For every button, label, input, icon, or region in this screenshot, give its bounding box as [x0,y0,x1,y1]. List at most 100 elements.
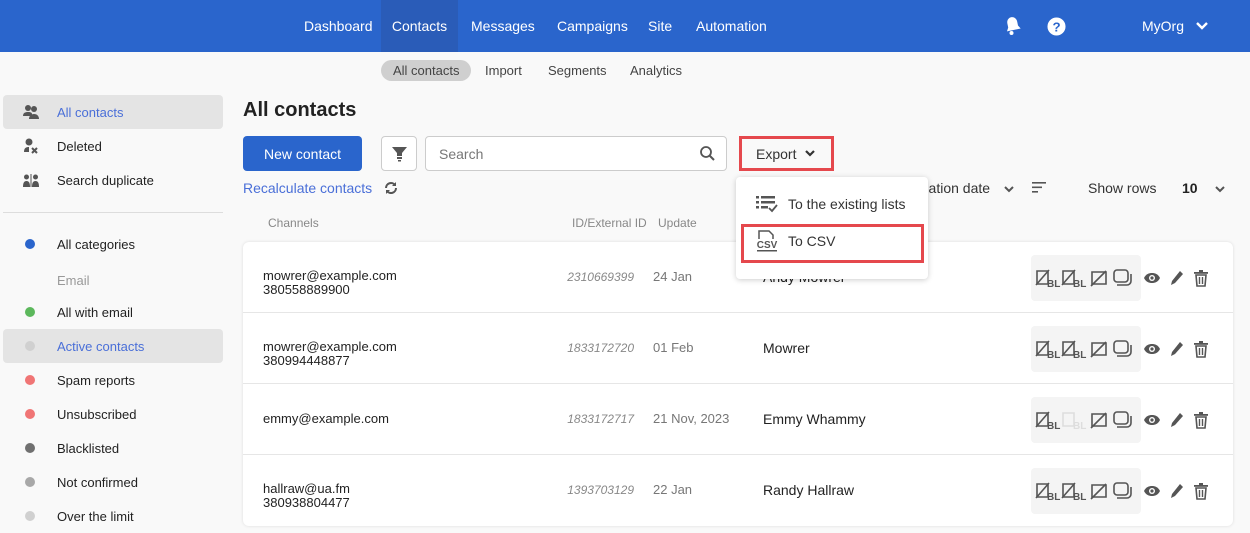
duplicate-icon[interactable] [1113,482,1133,500]
sidebar-category-item[interactable]: Blacklisted [3,431,223,465]
nav-automation[interactable]: Automation [684,0,779,52]
contact-update-date: 01 Feb [653,340,694,355]
show-rows-label: Show rows [1088,180,1157,196]
sms-blacklist-icon[interactable]: BL [1061,268,1087,288]
channel-status-icons: BL BL [1031,326,1141,372]
chevron-down-icon [1004,186,1014,193]
sidebar-category-item[interactable]: All with email [3,295,223,329]
unsubscribe-icon[interactable] [1090,269,1108,287]
edit-pencil-icon[interactable] [1170,270,1184,286]
nav-campaigns[interactable]: Campaigns [545,0,640,52]
sidebar-item-label: Blacklisted [57,440,120,456]
contact-id: 1393703129 [567,483,634,497]
sidebar-item-label: Unsubscribed [57,406,137,422]
email-blacklist-icon[interactable]: BL [1035,339,1061,359]
column-header-update: Update [658,216,697,230]
subnav-analytics[interactable]: Analytics [618,60,694,81]
contact-channels: emmy@example.com [263,412,389,426]
rows-per-page-value: 10 [1182,180,1198,196]
category-dot-icon [25,443,35,453]
column-header-channels: Channels [268,216,319,230]
search-icon[interactable] [700,146,715,161]
org-selector[interactable]: MyOrg [1130,0,1220,52]
top-navigation: Dashboard Contacts Messages Campaigns Si… [0,0,1250,52]
delete-trash-icon[interactable] [1193,482,1209,500]
contact-name[interactable]: Mowrer [763,340,810,356]
help-icon[interactable]: ? [1046,16,1066,36]
contact-email: hallraw@ua.fm [263,481,350,496]
sidebar-group-email: Email [3,263,223,297]
sms-blacklist-icon[interactable]: BL [1061,481,1087,501]
contact-update-date: 21 Nov, 2023 [653,411,730,426]
sms-blacklist-icon[interactable]: BL [1061,410,1087,430]
sidebar-category-item[interactable]: Spam reports [3,363,223,397]
sidebar-category-item[interactable]: Not confirmed [3,465,223,499]
refresh-icon [385,182,398,194]
sidebar-item-label: Active contacts [57,338,145,354]
delete-trash-icon[interactable] [1193,340,1209,358]
view-icon[interactable] [1143,272,1161,284]
nav-dashboard[interactable]: Dashboard [292,0,385,52]
email-blacklist-icon[interactable]: BL [1035,481,1061,501]
delete-trash-icon[interactable] [1193,411,1209,429]
unsubscribe-icon[interactable] [1090,482,1108,500]
bell-icon[interactable] [1003,15,1023,37]
view-icon[interactable] [1143,485,1161,497]
new-contact-button[interactable]: New contact [243,136,362,171]
subnav-segments[interactable]: Segments [536,60,619,81]
export-button[interactable]: Export [739,136,834,171]
nav-messages[interactable]: Messages [459,0,547,52]
svg-text:?: ? [1052,19,1060,34]
category-dot-icon [25,375,35,385]
sidebar-item-label: Not confirmed [57,474,138,490]
category-dot-icon [25,511,35,521]
filter-button[interactable] [381,136,417,171]
rows-per-page-select[interactable]: 10 [1182,180,1226,196]
table-row[interactable]: emmy@example.com 1833172717 21 Nov, 2023… [243,384,1233,455]
contact-name[interactable]: Randy Hallraw [763,482,854,498]
sort-order-icon[interactable] [1031,182,1046,193]
channel-status-icons: BL BL [1031,397,1141,443]
edit-pencil-icon[interactable] [1170,412,1184,428]
duplicate-icon[interactable] [1113,269,1133,287]
category-dot-icon [25,341,35,351]
recalculate-contacts-link[interactable]: Recalculate contacts [243,180,398,196]
edit-pencil-icon[interactable] [1170,341,1184,357]
sidebar-item-label: All categories [57,236,136,252]
sidebar-item-all-contacts[interactable]: All contacts [3,95,223,129]
unsubscribe-icon[interactable] [1090,340,1108,358]
sidebar-category-item[interactable]: Active contacts [3,329,223,363]
svg-text:BL: BL [1073,421,1086,430]
contact-name[interactable]: Emmy Whammy [763,411,866,427]
subnav-all-contacts[interactable]: All contacts [381,60,472,81]
nav-site[interactable]: Site [636,0,684,52]
sidebar-category-item[interactable]: Over the limit [3,499,223,533]
sms-blacklist-icon[interactable]: BL [1061,339,1087,359]
search-input[interactable] [439,146,689,162]
view-icon[interactable] [1143,343,1161,355]
sidebar-item-search-duplicate[interactable]: Search duplicate [3,163,223,197]
contact-channels: hallraw@ua.fm 380938804477 [263,482,350,510]
email-blacklist-icon[interactable]: BL [1035,410,1061,430]
sidebar-category-item[interactable]: Unsubscribed [3,397,223,431]
duplicate-icon[interactable] [1113,411,1133,429]
sidebar-item-label: Search duplicate [57,172,154,188]
search-field[interactable] [425,136,727,171]
duplicate-icon[interactable] [1113,340,1133,358]
unsubscribe-icon[interactable] [1090,411,1108,429]
delete-trash-icon[interactable] [1193,269,1209,287]
email-blacklist-icon[interactable]: BL [1035,268,1061,288]
view-icon[interactable] [1143,414,1161,426]
page-title: All contacts [243,99,357,121]
subnav-import[interactable]: Import [473,60,534,81]
table-row[interactable]: hallraw@ua.fm 380938804477 1393703129 22 … [243,455,1233,526]
contact-id: 1833172720 [567,341,634,355]
nav-contacts[interactable]: Contacts [381,0,458,52]
user-x-icon [24,138,38,154]
sidebar-item-deleted[interactable]: Deleted [3,129,223,163]
table-row[interactable]: mowrer@example.com 380994448877 183317272… [243,313,1233,384]
export-to-existing-lists[interactable]: To the existing lists [736,186,928,222]
duplicate-users-icon [23,174,39,187]
edit-pencil-icon[interactable] [1170,483,1184,499]
sidebar-item-all-categories[interactable]: All categories [3,227,223,261]
